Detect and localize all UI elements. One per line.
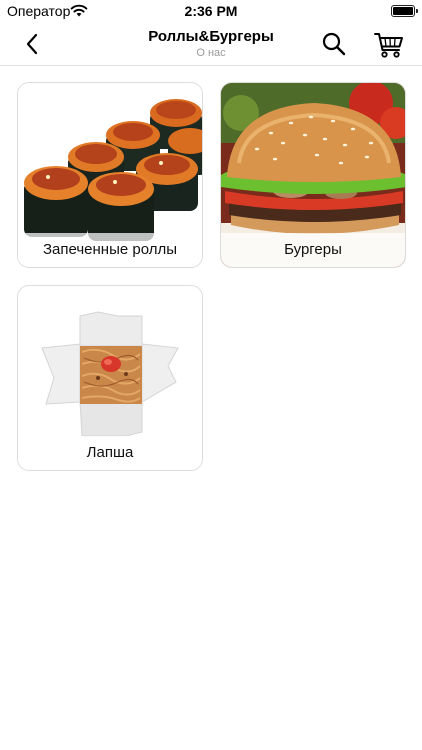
about-link[interactable]: О нас: [0, 47, 422, 59]
status-bar: Оператор 2:36 PM: [0, 0, 422, 22]
category-card-baked-rolls[interactable]: Запеченные роллы: [17, 82, 203, 268]
category-label: Лапша: [18, 436, 202, 470]
page-title: Роллы&Бургеры: [148, 28, 274, 45]
category-card-noodles[interactable]: Лапша: [17, 285, 203, 471]
category-label: Запеченные роллы: [18, 233, 202, 267]
search-icon[interactable]: [320, 30, 348, 58]
navigation-bar: Роллы&Бургеры О нас: [0, 22, 422, 66]
cart-icon[interactable]: [373, 28, 405, 60]
battery-icon: [391, 5, 415, 17]
category-label: Бургеры: [221, 233, 405, 267]
category-card-burgers[interactable]: Бургеры: [220, 82, 406, 268]
status-time: 2:36 PM: [184, 3, 238, 19]
battery-cap: [416, 9, 418, 13]
